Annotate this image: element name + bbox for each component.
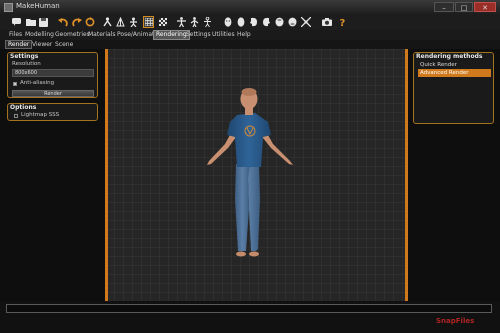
makehuman-window: MakeHuman – □ ✕ ? Files Modelling Geomet… (0, 0, 500, 333)
back-view-icon[interactable] (235, 16, 246, 28)
grid-icon[interactable] (143, 16, 154, 28)
settings-panel: Settings Resolution 800x600 Anti-aliasin… (7, 52, 98, 98)
render-button[interactable]: Render (12, 90, 94, 97)
front-view-icon[interactable] (222, 16, 233, 28)
window-title: MakeHuman (16, 2, 60, 10)
background-icon[interactable] (128, 16, 139, 28)
options-panel: Options Lightmap SSS (7, 103, 98, 121)
bottom-view-icon[interactable] (287, 16, 298, 28)
reset-camera-icon[interactable] (300, 16, 311, 28)
tab-files[interactable]: Files (7, 30, 24, 40)
list-item-quick-render[interactable]: Quick Render (418, 61, 491, 69)
redo-icon[interactable] (71, 16, 82, 28)
save-icon[interactable] (38, 16, 49, 28)
lightmap-sss-checkbox[interactable] (14, 114, 18, 118)
help-icon[interactable]: ? (337, 16, 348, 28)
figure-icon[interactable] (189, 16, 200, 28)
smooth-icon[interactable] (102, 16, 113, 28)
subtab-scene[interactable]: Scene (53, 40, 75, 49)
svg-text:?: ? (340, 18, 346, 27)
tab-materials[interactable]: Materials (86, 30, 118, 40)
tab-modelling[interactable]: Modelling (23, 30, 56, 40)
options-title: Options (10, 104, 37, 111)
lightmap-sss-label: Lightmap SSS (21, 112, 60, 118)
status-field (6, 304, 492, 313)
right-view-icon[interactable] (261, 16, 272, 28)
minimize-button[interactable]: – (434, 2, 454, 12)
viewport-3d[interactable] (105, 49, 408, 301)
resolution-field[interactable]: 800x600 (12, 69, 94, 77)
antialiasing-checkbox[interactable] (13, 82, 17, 86)
tab-settings[interactable]: Settings (184, 30, 213, 40)
close-button[interactable]: ✕ (474, 2, 496, 12)
wireframe-icon[interactable] (115, 16, 126, 28)
subtab-render[interactable]: Render (5, 40, 33, 49)
subtab-viewer[interactable]: Viewer (30, 40, 54, 49)
maximize-button[interactable]: □ (455, 2, 473, 12)
checker-icon[interactable] (157, 16, 168, 28)
settings-title: Settings (10, 53, 39, 60)
resolution-label: Resolution (12, 61, 41, 67)
rendering-methods-title: Rendering methods (416, 53, 483, 60)
list-item-advanced-render[interactable]: Advanced Render (418, 69, 491, 77)
tab-utilities[interactable]: Utilities (210, 30, 237, 40)
reset-icon[interactable] (84, 16, 95, 28)
folder-icon[interactable] (25, 16, 36, 28)
skeleton-icon[interactable] (202, 16, 213, 28)
top-view-icon[interactable] (274, 16, 285, 28)
screenshot-icon[interactable] (321, 16, 332, 28)
viewport-scene (105, 49, 408, 301)
antialiasing-label: Anti-aliasing (20, 80, 55, 86)
left-view-icon[interactable] (248, 16, 259, 28)
watermark-logo: SnapFiles (436, 317, 475, 325)
speech-bubble-icon[interactable] (11, 16, 22, 28)
tab-help[interactable]: Help (235, 30, 253, 40)
rendering-methods-panel: Rendering methods Quick Render Advanced … (413, 52, 494, 124)
undo-icon[interactable] (57, 16, 68, 28)
title-bar: MakeHuman – □ ✕ (0, 0, 500, 15)
app-icon (4, 3, 13, 12)
pose-icon[interactable] (176, 16, 187, 28)
viewport-left-slider[interactable] (105, 49, 108, 301)
